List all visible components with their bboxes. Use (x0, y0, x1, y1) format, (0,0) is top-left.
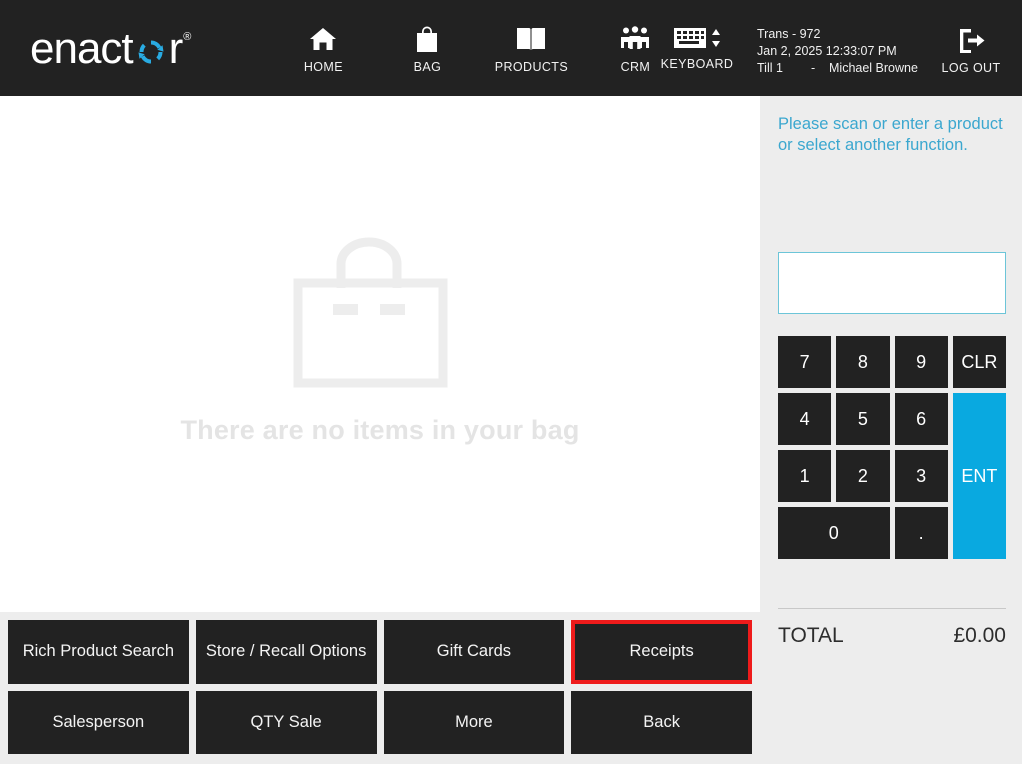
numpad-key-decimal[interactable]: . (894, 507, 948, 559)
numpad-key-enter[interactable]: ENT (952, 393, 1006, 559)
logout-label: LOG OUT (941, 61, 1001, 75)
numpad-key-5[interactable]: 5 (836, 393, 890, 445)
function-button-qty-sale[interactable]: QTY Sale (195, 690, 377, 754)
function-button-salesperson[interactable]: Salesperson (8, 690, 189, 754)
total-separator (778, 608, 1006, 609)
prompt-line-2: or select another function. (778, 136, 968, 154)
function-button-back[interactable]: Back (571, 690, 752, 754)
body-row: There are no items in your bag Rich Prod… (0, 96, 1022, 764)
transaction-datetime: Jan 2, 2025 12:33:07 PM (757, 44, 897, 58)
keyboard-icon (673, 24, 721, 52)
logo-wordmark: enact r ® (30, 24, 191, 73)
numpad-key-clear[interactable]: CLR (952, 336, 1006, 388)
operator-name: Michael Browne (829, 61, 918, 75)
logo-text-last: r (168, 24, 184, 73)
total-row: TOTAL £0.00 (778, 624, 1006, 648)
left-column: There are no items in your bag Rich Prod… (0, 96, 760, 764)
numpad-key-7[interactable]: 7 (778, 336, 832, 388)
nav-label-crm: CRM (620, 59, 651, 74)
function-button-gift-cards[interactable]: Gift Cards (383, 620, 565, 684)
total-label: TOTAL (778, 624, 844, 647)
logout-button[interactable]: LOG OUT (932, 24, 1010, 75)
shopping-bag-icon (414, 23, 440, 55)
circular-arrows-icon (134, 32, 168, 66)
home-icon (308, 23, 338, 55)
nav-item-products[interactable]: PRODUCTS (495, 23, 568, 74)
numpad-key-9[interactable]: 9 (894, 336, 948, 388)
function-button-store-recall-options[interactable]: Store / Recall Options (195, 620, 377, 684)
keyboard-label: KEYBOARD (660, 57, 734, 71)
function-button-pad: Rich Product Search Store / Recall Optio… (0, 612, 760, 764)
prompt-message: Please scan or enter a product or select… (778, 114, 1004, 156)
numpad-key-3[interactable]: 3 (894, 450, 948, 502)
empty-shopping-bag-illustration (293, 236, 468, 393)
numpad-key-4[interactable]: 4 (778, 393, 832, 445)
pos-application: enact r ® HOME BAG PRODUCTS CRM KEYBOARD… (0, 0, 1022, 764)
transaction-number: Trans - 972 (757, 27, 821, 41)
keyboard-button[interactable]: KEYBOARD (655, 24, 739, 71)
logo-text-first: enact (30, 24, 134, 73)
numpad-key-1[interactable]: 1 (778, 450, 832, 502)
empty-bag-message: There are no items in your bag (180, 415, 580, 445)
product-entry-input[interactable] (778, 252, 1006, 314)
nav-label-products: PRODUCTS (494, 59, 569, 74)
enactor-logo: enact r ® (30, 24, 191, 73)
logout-icon (956, 24, 986, 56)
nav-label-home: HOME (303, 59, 343, 74)
people-group-icon (619, 23, 651, 55)
numpad-key-8[interactable]: 8 (836, 336, 890, 388)
prompt-line-1: Please scan or enter a product (778, 115, 1003, 133)
till-operator-line: Till 1 - Michael Browne (757, 60, 918, 77)
function-button-receipts[interactable]: Receipts (571, 620, 752, 684)
total-value: £0.00 (953, 624, 1006, 647)
open-book-icon (515, 23, 547, 55)
nav-item-home[interactable]: HOME (292, 23, 354, 74)
main-navigation: HOME BAG PRODUCTS CRM (292, 23, 666, 74)
till-number: Till 1 (757, 61, 783, 75)
basket-area: There are no items in your bag (0, 96, 760, 612)
numpad-key-6[interactable]: 6 (894, 393, 948, 445)
function-button-more[interactable]: More (383, 690, 565, 754)
transaction-info: Trans - 972 Jan 2, 2025 12:33:07 PM Till… (757, 26, 918, 77)
till-separator: - (811, 61, 816, 75)
nav-item-bag[interactable]: BAG (396, 23, 458, 74)
numpad-key-2[interactable]: 2 (836, 450, 890, 502)
numpad-key-0[interactable]: 0 (778, 507, 890, 559)
right-panel: Please scan or enter a product or select… (760, 96, 1022, 764)
nav-label-bag: BAG (413, 59, 442, 74)
function-button-rich-product-search[interactable]: Rich Product Search (8, 620, 189, 684)
numeric-keypad: 7 8 9 CLR 4 5 6 ENT 1 2 3 0 . (778, 336, 1006, 559)
logo-trademark: ® (183, 31, 191, 43)
app-header: enact r ® HOME BAG PRODUCTS CRM KEYBOARD… (0, 0, 1022, 96)
